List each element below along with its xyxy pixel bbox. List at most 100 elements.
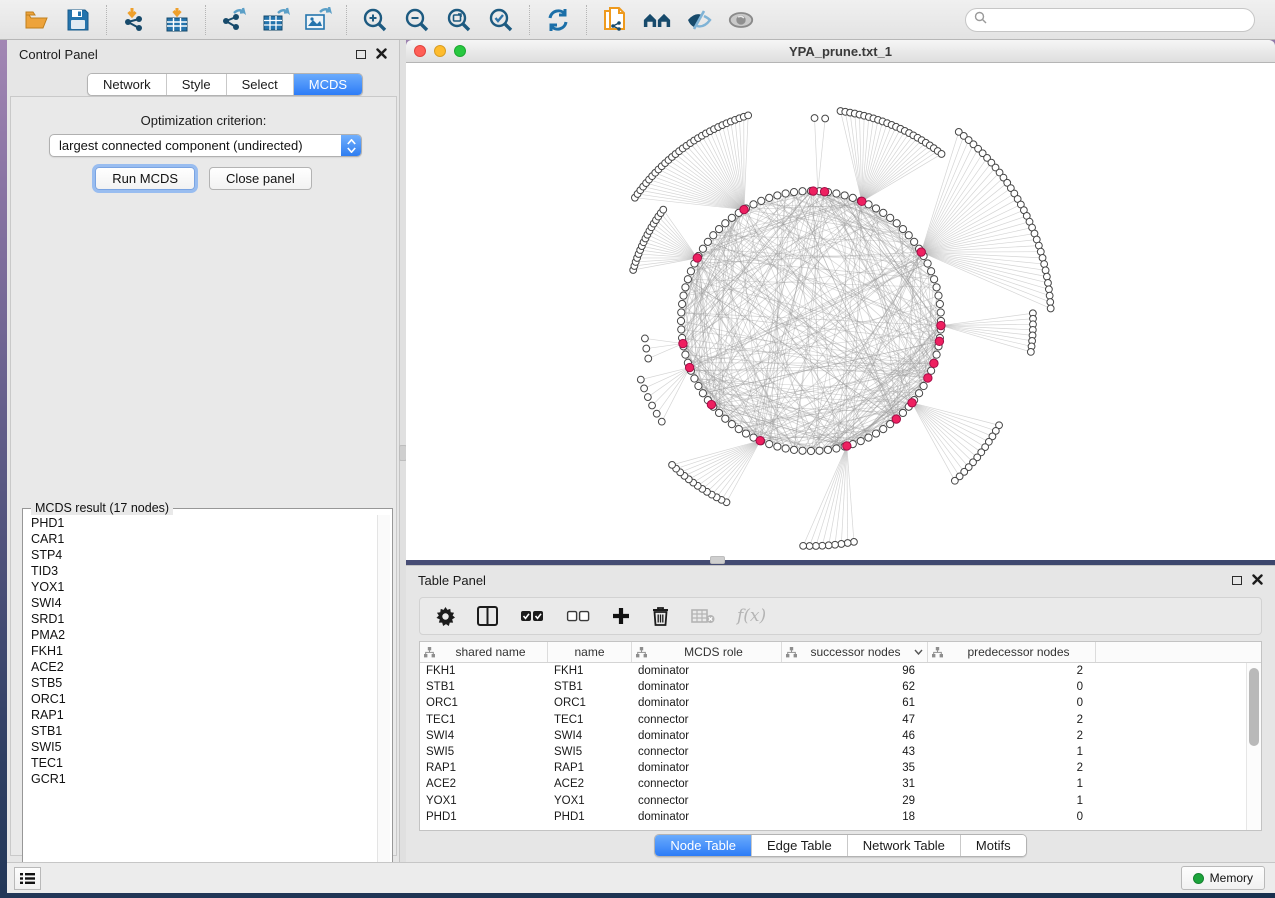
tab-node-table[interactable]: Node Table (655, 835, 751, 856)
import-network-icon[interactable] (121, 6, 149, 34)
column-type-icon (424, 647, 435, 658)
list-item[interactable]: ACE2 (31, 659, 376, 675)
tab-motifs[interactable]: Motifs (960, 835, 1026, 856)
selected-criterion: largest connected component (undirected) (50, 138, 341, 153)
list-item[interactable]: YOX1 (31, 579, 376, 595)
list-item[interactable]: RAP1 (31, 707, 376, 723)
first-neighbors-icon[interactable] (643, 6, 671, 34)
network-window: YPA_prune.txt_1 (406, 40, 1275, 560)
table-row[interactable]: FKH1FKH1dominator962 (420, 663, 1246, 679)
tab-network-table[interactable]: Network Table (847, 835, 960, 856)
mcds-result-list[interactable]: PHD1 CAR1 STP4 TID3 YOX1 SWI4 SRD1 PMA2 … (25, 515, 376, 876)
search-input[interactable] (992, 13, 1246, 27)
column-type-icon (932, 647, 943, 658)
function-builder-icon[interactable]: f(x) (737, 606, 766, 626)
list-item[interactable]: GCR1 (31, 771, 376, 787)
tab-style[interactable]: Style (166, 74, 226, 95)
tab-network[interactable]: Network (88, 74, 166, 95)
column-type-icon (636, 647, 647, 658)
list-item[interactable]: SRD1 (31, 611, 376, 627)
search-area (965, 8, 1255, 32)
hide-selected-icon[interactable] (685, 6, 713, 34)
table-scrollbar[interactable] (1246, 663, 1261, 830)
table-row[interactable]: ACE2ACE2connector311 (420, 776, 1246, 792)
list-item[interactable]: ORC1 (31, 691, 376, 707)
node-table: shared name name MCDS role successor nod… (419, 641, 1262, 831)
column-type-icon (786, 647, 797, 658)
table-row[interactable]: SWI4SWI4dominator462 (420, 728, 1246, 744)
list-item[interactable]: SWI4 (31, 595, 376, 611)
list-item[interactable]: TEC1 (31, 755, 376, 771)
network-canvas[interactable] (406, 63, 1275, 560)
column-header-filler (1096, 642, 1261, 662)
column-header-predecessor-nodes[interactable]: predecessor nodes (928, 642, 1096, 662)
add-row-icon[interactable] (612, 607, 630, 625)
column-header-successor-nodes[interactable]: successor nodes (782, 642, 928, 662)
optimization-criterion-label: Optimization criterion: (11, 113, 396, 128)
network-window-titlebar[interactable]: YPA_prune.txt_1 (406, 40, 1275, 63)
list-item[interactable]: STP4 (31, 547, 376, 563)
table-row[interactable]: STB1STB1dominator620 (420, 679, 1246, 695)
list-item[interactable]: PHD1 (31, 515, 376, 531)
deselect-all-checkboxes-icon[interactable] (566, 609, 590, 623)
export-image-icon[interactable] (304, 6, 332, 34)
delete-row-icon[interactable] (652, 606, 669, 626)
table-row[interactable]: YOX1YOX1connector291 (420, 793, 1246, 809)
show-all-icon[interactable] (727, 6, 755, 34)
column-header-shared-name[interactable]: shared name (420, 642, 548, 662)
export-network-icon[interactable] (220, 6, 248, 34)
zoom-fit-icon[interactable] (445, 6, 473, 34)
zoom-out-icon[interactable] (403, 6, 431, 34)
settings-gear-icon[interactable] (436, 607, 455, 626)
search-icon (974, 11, 987, 29)
control-panel-title: Control Panel (19, 47, 98, 62)
list-item[interactable]: STB5 (31, 675, 376, 691)
list-item[interactable]: SWI5 (31, 739, 376, 755)
optimization-criterion-select[interactable]: largest connected component (undirected) (49, 134, 362, 157)
new-network-from-selection-icon[interactable] (601, 6, 629, 34)
column-header-name[interactable]: name (548, 642, 632, 662)
tab-mcds[interactable]: MCDS (293, 74, 362, 95)
refresh-icon[interactable] (544, 6, 572, 34)
list-item[interactable]: STB1 (31, 723, 376, 739)
tab-edge-table[interactable]: Edge Table (751, 835, 847, 856)
horizontal-splitter-handle[interactable] (710, 556, 725, 564)
close-panel-icon[interactable] (1252, 573, 1263, 588)
list-item[interactable]: CAR1 (31, 531, 376, 547)
show-task-history-button[interactable] (14, 867, 41, 890)
mcds-result-title: MCDS result (17 nodes) (31, 501, 173, 515)
column-header-mcds-role[interactable]: MCDS role (632, 642, 782, 662)
list-item[interactable]: TID3 (31, 563, 376, 579)
float-panel-icon[interactable] (356, 50, 366, 59)
table-row[interactable]: SWI5SWI5connector431 (420, 744, 1246, 760)
list-item[interactable]: FKH1 (31, 643, 376, 659)
search-field[interactable] (965, 8, 1255, 32)
zoom-selected-icon[interactable] (487, 6, 515, 34)
list-item[interactable]: PMA2 (31, 627, 376, 643)
table-row[interactable]: RAP1RAP1dominator352 (420, 760, 1246, 776)
zoom-in-icon[interactable] (361, 6, 389, 34)
import-table-icon[interactable] (163, 6, 191, 34)
select-stepper-icon (341, 135, 361, 156)
result-list-scrollbar[interactable] (377, 515, 390, 876)
table-row[interactable]: PHD1PHD1dominator180 (420, 809, 1246, 825)
float-panel-icon[interactable] (1232, 576, 1242, 585)
table-row[interactable]: TEC1TEC1connector472 (420, 712, 1246, 728)
table-panel: Table Panel f(x) (406, 565, 1275, 862)
sort-descending-icon (914, 649, 923, 655)
scrollbar-thumb[interactable] (1249, 668, 1259, 746)
save-session-icon[interactable] (64, 6, 92, 34)
close-panel-icon[interactable] (376, 47, 387, 62)
delete-column-icon[interactable] (691, 608, 715, 624)
run-mcds-button[interactable]: Run MCDS (95, 167, 195, 190)
table-row[interactable]: ORC1ORC1dominator610 (420, 695, 1246, 711)
memory-button[interactable]: Memory (1181, 866, 1265, 890)
close-panel-button[interactable]: Close panel (209, 167, 312, 190)
show-columns-icon[interactable] (477, 606, 498, 626)
mcds-tab-content: Optimization criterion: largest connecte… (10, 96, 397, 856)
select-all-checkboxes-icon[interactable] (520, 609, 544, 623)
open-file-icon[interactable] (22, 6, 50, 34)
list-icon (20, 872, 35, 885)
tab-select[interactable]: Select (226, 74, 293, 95)
export-table-icon[interactable] (262, 6, 290, 34)
